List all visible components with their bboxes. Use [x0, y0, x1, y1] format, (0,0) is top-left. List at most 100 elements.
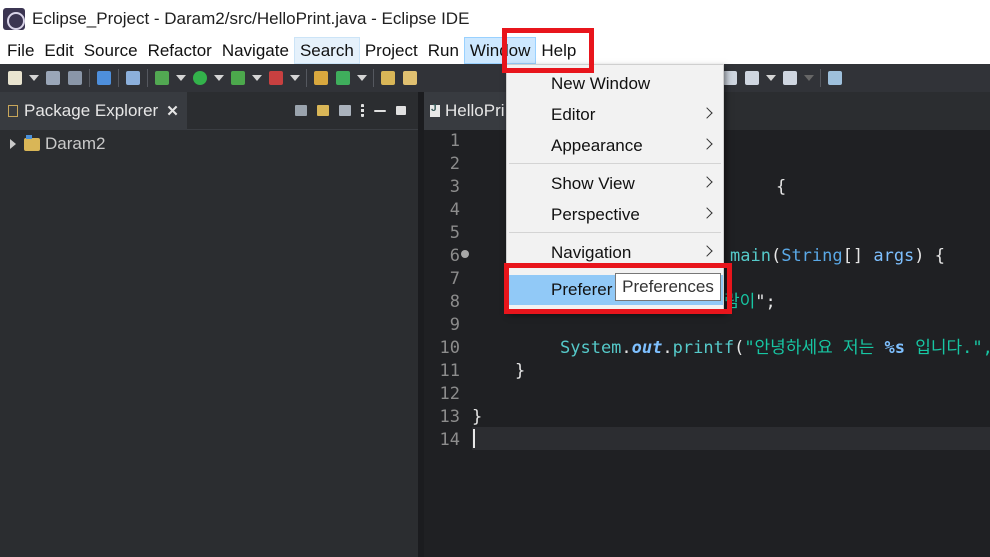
line-number: 9 — [449, 315, 460, 335]
code-method: main — [730, 246, 771, 266]
code-method: printf — [672, 338, 735, 358]
line-number: 10 — [439, 338, 460, 358]
back-dropdown-icon[interactable] — [766, 75, 776, 81]
menu-edit[interactable]: Edit — [39, 37, 78, 64]
java-project-icon — [24, 134, 40, 151]
line-number: 11 — [439, 361, 460, 381]
skip-breakpoints-icon[interactable] — [126, 71, 140, 85]
code-string: 입니다.", — [904, 338, 990, 358]
run-dropdown-icon[interactable] — [214, 75, 224, 81]
package-explorer-tab[interactable]: Package Explorer ✕ — [0, 91, 187, 130]
menu-project[interactable]: Project — [360, 37, 423, 64]
menu-search[interactable]: Search — [293, 37, 360, 64]
terminal-icon[interactable] — [97, 71, 111, 85]
code-brace: } — [472, 407, 483, 427]
expand-arrow-icon[interactable] — [10, 139, 16, 149]
open-type-icon[interactable] — [381, 71, 395, 85]
pen-icon[interactable] — [403, 71, 417, 85]
menu-item-new-window[interactable]: New Window — [507, 69, 723, 99]
menu-item-show-view[interactable]: Show View — [507, 169, 723, 199]
menu-item-appearance[interactable]: Appearance — [507, 131, 723, 161]
collapse-all-icon[interactable] — [295, 105, 307, 116]
code-type: String — [781, 246, 843, 266]
back-icon[interactable] — [745, 71, 759, 85]
filter-icon[interactable] — [339, 105, 351, 116]
title-bar: Eclipse_Project - Daram2/src/HelloPrint.… — [0, 0, 990, 37]
text-caret — [473, 429, 475, 448]
forward-icon[interactable] — [783, 71, 797, 85]
view-actions — [295, 104, 418, 117]
debug-icon[interactable] — [155, 71, 169, 85]
java-file-icon — [430, 103, 440, 117]
close-icon[interactable]: ✕ — [166, 102, 179, 120]
line-number: 2 — [449, 154, 460, 174]
toolbar-separator — [89, 69, 90, 87]
new-class-dropdown-icon[interactable] — [357, 75, 367, 81]
last-edit-icon[interactable] — [723, 71, 737, 85]
save-all-icon[interactable] — [68, 71, 82, 85]
code-string: "안녕하세요 저는 — [744, 338, 885, 358]
forward-dropdown-icon[interactable] — [804, 75, 814, 81]
code-format-specifier: %s — [884, 338, 905, 358]
line-number: 8 — [449, 292, 460, 312]
code-line-10[interactable]: System.out.printf("안녕하세요 저는 %s 입니다.", — [560, 337, 990, 360]
menu-item-perspective[interactable]: Perspective — [507, 200, 723, 230]
menu-separator — [509, 163, 721, 164]
code-field: out — [631, 338, 663, 358]
tree-item-daram2[interactable]: Daram2 — [10, 134, 105, 154]
code-paren: ) { — [914, 246, 946, 266]
window-title: Eclipse_Project - Daram2/src/HelloPrint.… — [32, 8, 470, 28]
run-icon[interactable] — [193, 71, 207, 85]
chevron-right-icon — [701, 138, 713, 150]
code-line-13[interactable]: } — [472, 406, 482, 429]
code-line-11[interactable]: } — [515, 360, 525, 383]
new-dropdown-icon[interactable] — [29, 75, 39, 81]
coverage-dropdown-icon[interactable] — [252, 75, 262, 81]
menu-run[interactable]: Run — [423, 37, 464, 64]
menu-file[interactable]: File — [0, 37, 39, 64]
chevron-right-icon — [701, 245, 713, 257]
code-string-end: "; — [755, 292, 776, 312]
menu-navigate[interactable]: Navigate — [217, 37, 294, 64]
debug-dropdown-icon[interactable] — [176, 75, 186, 81]
view-menu-icon[interactable] — [361, 104, 364, 117]
save-icon[interactable] — [46, 71, 60, 85]
line-number: 4 — [449, 200, 460, 220]
open-perspective-icon[interactable] — [828, 71, 842, 85]
line-number: 12 — [439, 384, 460, 404]
coverage-icon[interactable] — [231, 71, 245, 85]
new-class-icon[interactable] — [336, 71, 350, 85]
line-number: 1 — [449, 131, 460, 151]
package-explorer-view: Package Explorer ✕ Daram2 — [0, 91, 418, 557]
toolbar-separator — [147, 69, 148, 87]
code-dot: . — [621, 338, 632, 358]
line-number: 5 — [449, 223, 460, 243]
toolbar-separator — [373, 69, 374, 87]
line-number: 13 — [439, 407, 460, 427]
external-tools-icon[interactable] — [269, 71, 283, 85]
maximize-icon[interactable] — [396, 106, 406, 115]
current-line-highlight — [472, 427, 990, 450]
chevron-right-icon — [701, 176, 713, 188]
menu-source[interactable]: Source — [79, 37, 143, 64]
code-dot: . — [662, 338, 673, 358]
code-brace: { — [775, 177, 787, 197]
editor-tab-title: HelloPri — [445, 101, 505, 120]
fold-collapse-icon[interactable] — [461, 250, 469, 258]
external-tools-dropdown-icon[interactable] — [290, 75, 300, 81]
menu-refactor[interactable]: Refactor — [143, 37, 217, 64]
menu-item-editor[interactable]: Editor — [507, 100, 723, 130]
code-line-6[interactable]: main(String[] args) { — [730, 245, 945, 268]
link-with-editor-icon[interactable] — [317, 105, 329, 116]
line-number: 6 — [449, 246, 460, 266]
code-brackets: [] — [842, 246, 874, 266]
code-line-2-brace[interactable]: { — [735, 153, 786, 197]
tree-item-label: Daram2 — [45, 134, 106, 153]
minimize-icon[interactable] — [374, 109, 386, 112]
new-java-project-icon[interactable] — [314, 71, 328, 85]
menu-item-label: Show View — [551, 174, 635, 193]
line-number: 7 — [449, 269, 460, 289]
new-icon[interactable] — [8, 71, 22, 85]
line-number: 3 — [449, 177, 460, 197]
menu-item-label: New Window — [551, 74, 651, 93]
